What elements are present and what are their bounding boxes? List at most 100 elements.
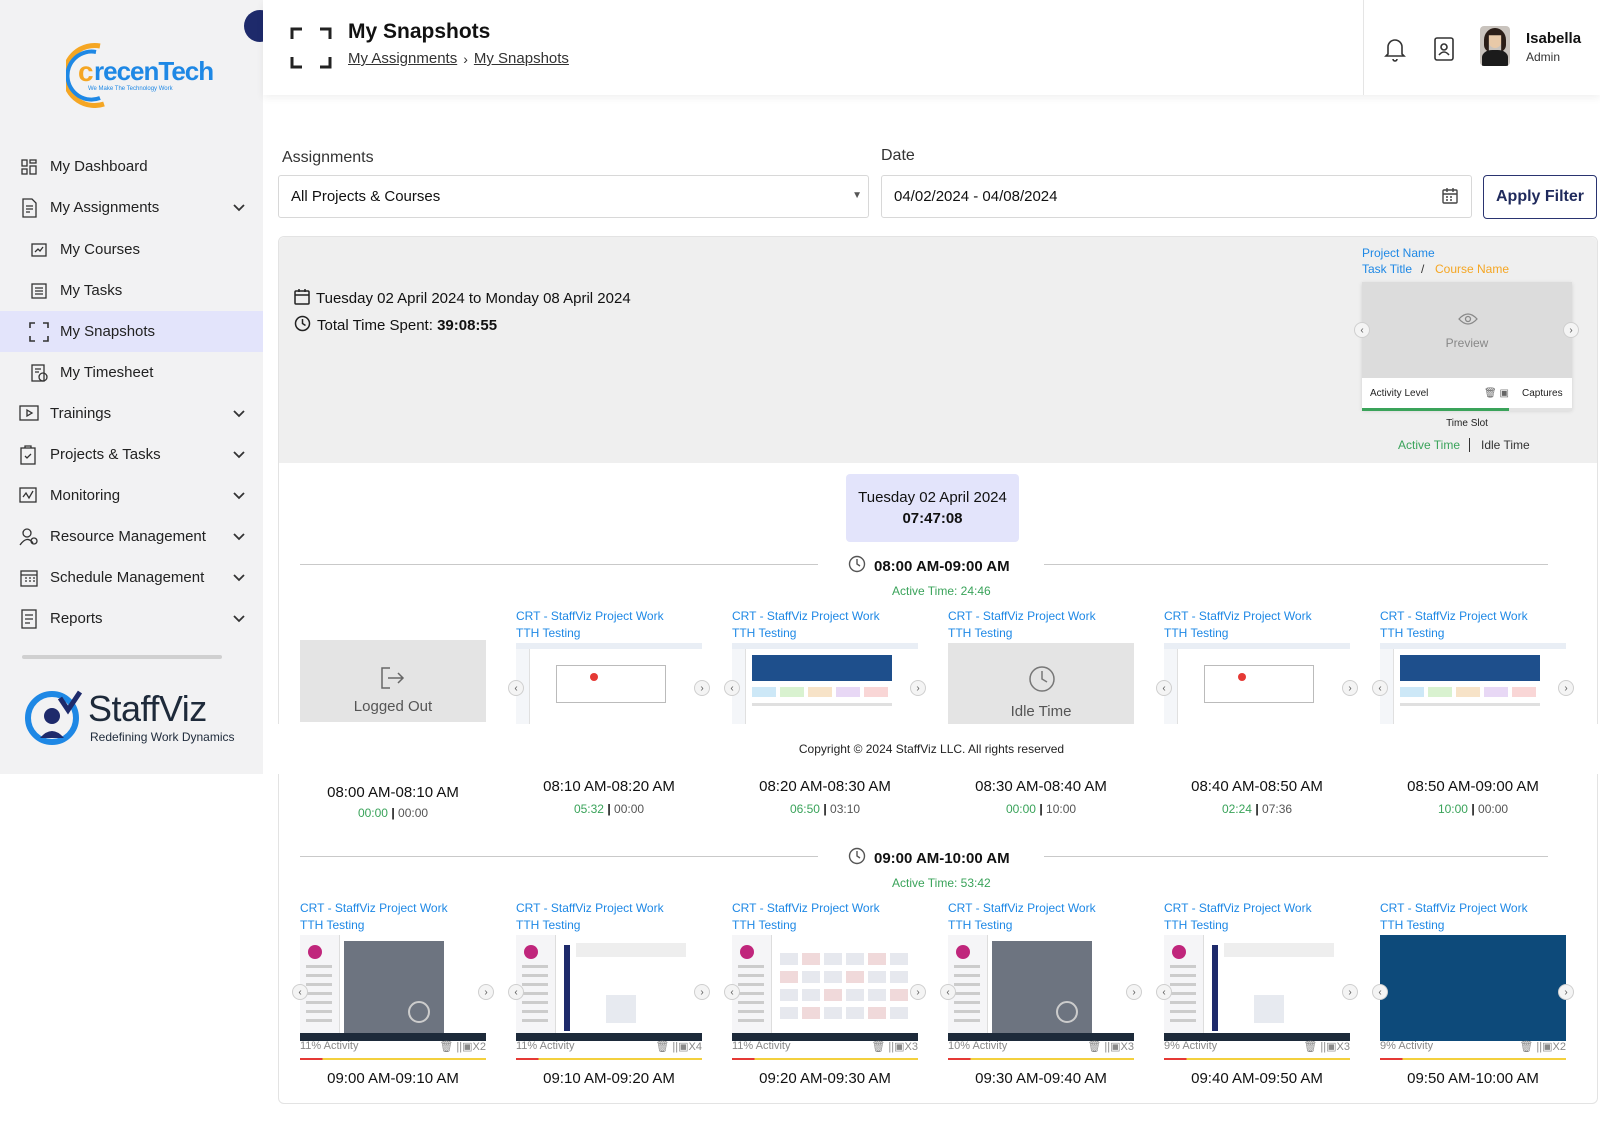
- snapshot-card[interactable]: CRT - StaffViz Project Work TTH Testing ‹ ›…: [724, 900, 926, 1120]
- task-title[interactable]: TTH Testing: [1164, 625, 1350, 642]
- project-name[interactable]: CRT - StaffViz Project Work: [300, 900, 486, 917]
- snapshot-card[interactable]: CRT - StaffViz Project Work TTH Testing ‹ ›…: [1156, 900, 1358, 1120]
- prev-capture-arrow-icon[interactable]: ‹: [1156, 680, 1172, 696]
- apply-filter-button[interactable]: Apply Filter: [1483, 175, 1597, 219]
- prev-capture-arrow-icon[interactable]: ‹: [1372, 984, 1388, 1000]
- sidebar-item-monitoring[interactable]: Monitoring: [0, 475, 263, 516]
- prev-capture-arrow-icon[interactable]: ‹: [1156, 984, 1172, 1000]
- screenshot-thumbnail[interactable]: [516, 935, 702, 1041]
- project-name[interactable]: CRT - StaffViz Project Work: [732, 900, 918, 917]
- sidebar-item-label: My Tasks: [60, 282, 123, 299]
- screenshot-thumbnail[interactable]: [948, 935, 1134, 1041]
- task-title[interactable]: TTH Testing: [732, 625, 918, 642]
- snapshot-card[interactable]: CRT - StaffViz Project Work TTH Testing ‹ ›…: [508, 900, 710, 1120]
- screenshot-thumbnail[interactable]: [732, 643, 918, 725]
- snapshot-card[interactable]: Logged Out 08:00 AM-08:10 AM 00:00 | 00:00: [300, 608, 486, 828]
- screenshot-thumbnail[interactable]: [1380, 643, 1566, 725]
- screenshot-image[interactable]: [1380, 935, 1566, 1041]
- screenshot-thumbnail[interactable]: [732, 935, 918, 1041]
- sidebar-item-my-dashboard[interactable]: My Dashboard: [0, 146, 263, 187]
- prev-capture-arrow-icon[interactable]: ‹: [940, 984, 956, 1000]
- next-capture-arrow-icon[interactable]: ›: [1558, 984, 1574, 1000]
- sidebar-item-my-tasks[interactable]: My Tasks: [0, 270, 263, 311]
- project-name[interactable]: CRT - StaffViz Project Work: [1380, 608, 1566, 625]
- sidebar-item-resource-management[interactable]: Resource Management: [0, 516, 263, 557]
- screenshot-image: [516, 643, 702, 725]
- chevron-down-icon: [231, 405, 247, 421]
- snapshot-card[interactable]: CRT - StaffViz Project Work TTH Testing Id…: [948, 608, 1134, 828]
- next-capture-arrow-icon[interactable]: ›: [1126, 984, 1142, 1000]
- sidebar-item-my-assignments[interactable]: My Assignments: [0, 187, 263, 228]
- calendar-icon[interactable]: [1441, 187, 1459, 209]
- task-title[interactable]: TTH Testing: [1380, 625, 1566, 642]
- next-capture-arrow-icon[interactable]: ›: [910, 984, 926, 1000]
- hour-active-time: Active Time: 53:42: [892, 876, 991, 890]
- project-name[interactable]: CRT - StaffViz Project Work: [516, 608, 702, 625]
- prev-capture-arrow-icon[interactable]: ‹: [508, 680, 524, 696]
- snapshot-card[interactable]: CRT - StaffViz Project Work TTH Testing ‹ ›…: [1372, 608, 1574, 828]
- avatar[interactable]: [1480, 26, 1510, 66]
- task-title[interactable]: TTH Testing: [948, 625, 1134, 642]
- sidebar-item-reports[interactable]: Reports: [0, 598, 263, 639]
- sidebar-item-label: My Snapshots: [60, 323, 156, 340]
- next-capture-arrow-icon[interactable]: ›: [1342, 680, 1358, 696]
- total-time-value: 39:08:55: [437, 317, 498, 334]
- day-badge: Tuesday 02 April 2024 07:47:08: [846, 474, 1019, 542]
- idle-duration: 00:00: [1478, 802, 1509, 816]
- project-name[interactable]: CRT - StaffViz Project Work: [948, 608, 1134, 625]
- date-range-input[interactable]: 04/02/2024 - 04/08/2024: [881, 175, 1472, 218]
- snapshot-card[interactable]: CRT - StaffViz Project Work TTH Testing ‹ ›…: [940, 900, 1142, 1120]
- next-capture-arrow-icon[interactable]: ›: [1558, 680, 1574, 696]
- screenshot-thumbnail[interactable]: [516, 643, 702, 725]
- prev-capture-arrow-icon[interactable]: ‹: [724, 680, 740, 696]
- snapshot-card[interactable]: CRT - StaffViz Project Work TTH Testing ‹ ›…: [724, 608, 926, 828]
- prev-capture-arrow-icon[interactable]: ‹: [292, 984, 308, 1000]
- contact-book-icon[interactable]: [1432, 36, 1456, 67]
- next-capture-arrow-icon[interactable]: ›: [910, 680, 926, 696]
- screenshot-thumbnail[interactable]: [1164, 643, 1350, 725]
- task-title[interactable]: TTH Testing: [516, 625, 702, 642]
- next-capture-arrow-icon[interactable]: ›: [694, 680, 710, 696]
- sidebar-item-my-courses[interactable]: My Courses: [0, 229, 263, 270]
- assignments-select[interactable]: All Projects & Courses ▼: [278, 175, 869, 218]
- screenshot-thumbnail[interactable]: [300, 935, 486, 1041]
- prev-capture-arrow-icon[interactable]: ‹: [1372, 680, 1388, 696]
- legend-captures: Captures: [1522, 388, 1563, 399]
- screenshot-thumbnail[interactable]: [1164, 935, 1350, 1041]
- project-name[interactable]: CRT - StaffViz Project Work: [1164, 900, 1350, 917]
- project-name[interactable]: CRT - StaffViz Project Work: [732, 608, 918, 625]
- task-title[interactable]: TTH Testing: [732, 917, 918, 934]
- task-title[interactable]: TTH Testing: [1164, 917, 1350, 934]
- sidebar-item-trainings[interactable]: Trainings: [0, 393, 263, 434]
- idle-duration: 00:00: [398, 806, 429, 820]
- prev-capture-arrow-icon[interactable]: ‹: [724, 984, 740, 1000]
- task-title[interactable]: TTH Testing: [948, 917, 1134, 934]
- next-capture-arrow-icon[interactable]: ›: [694, 984, 710, 1000]
- project-name[interactable]: CRT - StaffViz Project Work: [516, 900, 702, 917]
- sidebar-item-schedule-management[interactable]: Schedule Management: [0, 557, 263, 598]
- sidebar-item-my-timesheet[interactable]: My Timesheet: [0, 352, 263, 393]
- snapshot-card[interactable]: CRT - StaffViz Project Work TTH Testing ‹ ›…: [292, 900, 494, 1120]
- prev-capture-arrow-icon[interactable]: ‹: [508, 984, 524, 1000]
- snapshot-card[interactable]: CRT - StaffViz Project Work TTH Testing ‹ ›…: [1156, 608, 1358, 828]
- legend-project-name: Project Name: [1362, 246, 1435, 260]
- sidebar-item-my-snapshots[interactable]: My Snapshots: [0, 311, 263, 352]
- project-name[interactable]: CRT - StaffViz Project Work: [1164, 608, 1350, 625]
- task-title[interactable]: TTH Testing: [1380, 917, 1566, 934]
- time-breakdown: 00:00 | 00:00: [357, 806, 429, 820]
- snapshot-card[interactable]: CRT - StaffViz Project Work TTH Testing ‹ ›…: [508, 608, 710, 828]
- breadcrumb-my-snapshots[interactable]: My Snapshots: [474, 50, 569, 67]
- activity-bar: [516, 1058, 702, 1060]
- bell-icon[interactable]: [1383, 36, 1407, 67]
- next-capture-arrow-icon[interactable]: ›: [1342, 984, 1358, 1000]
- task-title[interactable]: TTH Testing: [300, 917, 486, 934]
- sidebar-scrollbar[interactable]: [22, 655, 222, 659]
- time-slot: 08:40 AM-08:50 AM: [1191, 778, 1323, 795]
- snapshot-card[interactable]: CRT - StaffViz Project Work TTH Testing ‹ ›…: [1372, 900, 1574, 1120]
- next-capture-arrow-icon[interactable]: ›: [478, 984, 494, 1000]
- project-name[interactable]: CRT - StaffViz Project Work: [948, 900, 1134, 917]
- project-name[interactable]: CRT - StaffViz Project Work: [1380, 900, 1566, 917]
- breadcrumb-my-assignments[interactable]: My Assignments: [348, 50, 457, 67]
- sidebar-item-projects-tasks[interactable]: Projects & Tasks: [0, 434, 263, 475]
- task-title[interactable]: TTH Testing: [516, 917, 702, 934]
